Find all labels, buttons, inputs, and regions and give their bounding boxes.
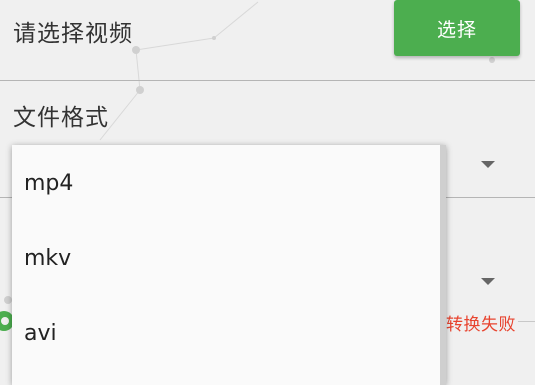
select-video-button[interactable]: 选择 (394, 0, 520, 56)
conversion-status-text: 转换失败 (446, 315, 516, 335)
format-dropdown-menu: mp4 mkv avi (12, 145, 446, 385)
dropdown-option-avi[interactable]: avi (24, 321, 57, 346)
dropdown-option-mkv[interactable]: mkv (24, 246, 71, 271)
spinner-chevron-down-icon[interactable] (481, 278, 495, 285)
dropdown-option-mp4[interactable]: mp4 (24, 171, 73, 196)
status-divider (518, 321, 535, 322)
file-format-label: 文件格式 (13, 105, 109, 131)
dropdown-scrollbar[interactable] (440, 145, 446, 385)
select-video-label: 请选择视频 (13, 21, 133, 47)
format-chevron-down-icon[interactable] (481, 161, 495, 168)
divider (0, 80, 535, 81)
